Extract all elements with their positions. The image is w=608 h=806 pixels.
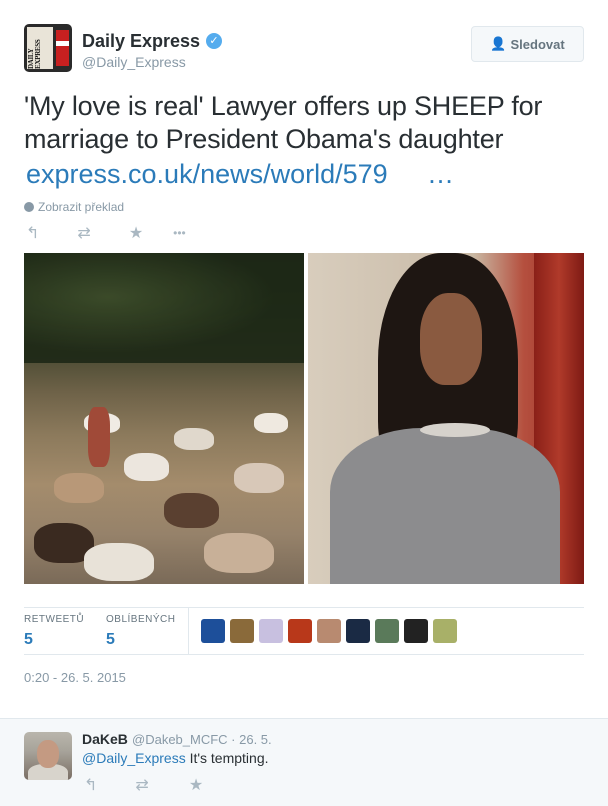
- favorite-count[interactable]: OBLÍBENÝCH 5: [106, 614, 175, 649]
- reply-mention[interactable]: @Daily_Express: [82, 750, 186, 766]
- favorites-label: OBLÍBENÝCH: [106, 614, 176, 625]
- reply-body: It's tempting.: [185, 750, 269, 766]
- favorite-icon[interactable]: ★: [189, 775, 203, 795]
- globe-icon: [24, 202, 34, 212]
- author-name[interactable]: Daily Express: [82, 31, 200, 52]
- reply-text: @Daily_Express It's tempting.: [82, 750, 269, 766]
- goat-shape: [254, 413, 288, 433]
- more-icon[interactable]: •••: [173, 226, 186, 240]
- favoriter-avatars: [201, 619, 457, 643]
- divider: [188, 607, 189, 654]
- retweet-count[interactable]: RETWEETŮ 5: [24, 614, 84, 649]
- reply-actions: ↰ ⇄ ★: [84, 775, 203, 795]
- verified-badge-icon: ✓: [206, 33, 222, 49]
- author-avatar[interactable]: DAILY EXPRESS: [24, 24, 72, 72]
- retweets-value: 5: [24, 631, 33, 648]
- favoriter-avatar[interactable]: [346, 619, 370, 643]
- favoriter-avatar[interactable]: [433, 619, 457, 643]
- retweet-icon[interactable]: ⇄: [77, 223, 90, 243]
- goat-shape: [54, 473, 104, 503]
- tweet: DAILY EXPRESS Daily Express ✓ @Daily_Exp…: [0, 0, 608, 718]
- favoriter-avatar[interactable]: [259, 619, 283, 643]
- goat-shape: [204, 533, 274, 573]
- photo-portrait[interactable]: [308, 253, 584, 584]
- reply-icon[interactable]: ↰: [26, 223, 39, 243]
- reply-author-name[interactable]: DaKeB: [82, 731, 128, 747]
- reply-avatar[interactable]: [24, 732, 72, 780]
- divider: [24, 607, 584, 608]
- herder-figure: [88, 407, 110, 467]
- favoriter-avatar[interactable]: [201, 619, 225, 643]
- reply-icon[interactable]: ↰: [84, 775, 97, 795]
- goat-shape: [124, 453, 169, 481]
- photo-sweater: [330, 428, 560, 584]
- divider: [24, 654, 584, 655]
- photo-face: [420, 293, 482, 385]
- tweet-actions: ↰ ⇄ ★ •••: [26, 222, 186, 244]
- favoriter-avatar[interactable]: [288, 619, 312, 643]
- tweet-timestamp[interactable]: 0:20 - 26. 5. 2015: [24, 670, 126, 685]
- avatar-crest: [56, 30, 69, 66]
- photo-goat-herd[interactable]: [24, 253, 304, 584]
- goat-shape: [164, 493, 219, 528]
- translate-link[interactable]: Zobrazit překlad: [24, 200, 124, 214]
- favoriter-avatar[interactable]: [375, 619, 399, 643]
- reply-avatar-head: [37, 740, 59, 768]
- add-user-icon: 👤: [490, 36, 507, 51]
- follow-button-label: Sledovat: [510, 36, 565, 52]
- favorite-icon[interactable]: ★: [129, 223, 143, 243]
- favoriter-avatar[interactable]: [230, 619, 254, 643]
- tweet-text: 'My love is real' Lawyer offers up SHEEP…: [24, 91, 543, 154]
- retweets-label: RETWEETŮ: [24, 614, 85, 625]
- goat-shape: [234, 463, 284, 493]
- favoriter-avatar[interactable]: [317, 619, 341, 643]
- translate-label: Zobrazit překlad: [38, 200, 125, 214]
- goat-shape: [84, 543, 154, 581]
- tweet-media[interactable]: [24, 253, 584, 584]
- tweet-link[interactable]: express.co.uk/news/world/579: [26, 158, 388, 191]
- goat-shape: [174, 428, 214, 450]
- reply-tweet: DaKeB @Dakeb_MCFC · 26. 5. @Daily_Expres…: [0, 718, 608, 806]
- favoriter-avatar[interactable]: [404, 619, 428, 643]
- avatar-newspaper: DAILY EXPRESS: [27, 27, 53, 69]
- reply-author-handle[interactable]: @Dakeb_MCFC · 26. 5.: [132, 732, 272, 747]
- author-handle[interactable]: @Daily_Express: [82, 54, 186, 70]
- photo-trees: [24, 253, 304, 363]
- avatar-logo-text: DAILY EXPRESS: [27, 39, 42, 69]
- tweet-link-ellipsis: …: [427, 159, 454, 189]
- photo-collar: [420, 423, 490, 437]
- follow-button[interactable]: 👤 Sledovat: [471, 26, 584, 62]
- favorites-value: 5: [106, 631, 115, 648]
- retweet-icon[interactable]: ⇄: [135, 775, 148, 795]
